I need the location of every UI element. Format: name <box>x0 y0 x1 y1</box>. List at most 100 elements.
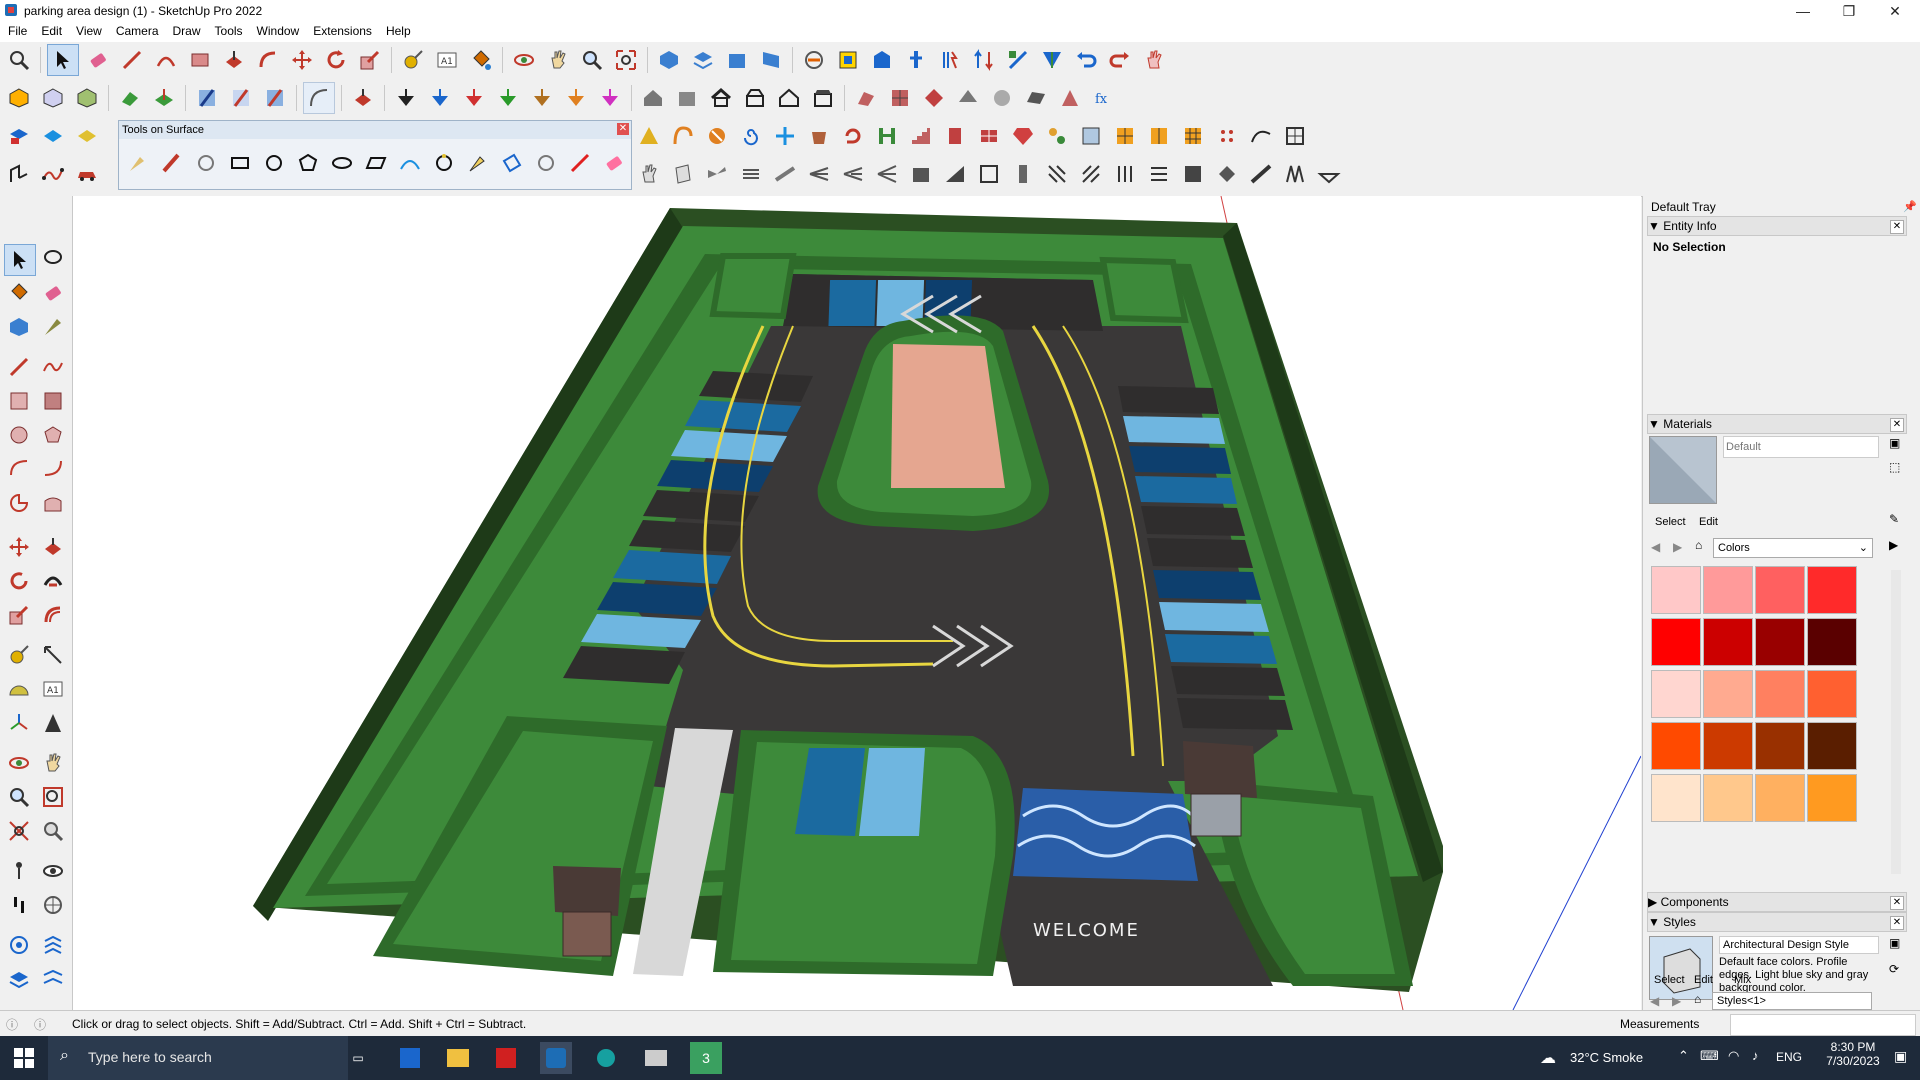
grid-gray-icon[interactable] <box>1280 121 1310 151</box>
rotate-tool-icon[interactable] <box>321 45 351 75</box>
tos-bezier-icon[interactable] <box>429 148 459 178</box>
fence-green-icon[interactable] <box>872 121 902 151</box>
slice-icon[interactable] <box>770 159 800 189</box>
line-blue-icon[interactable] <box>192 83 222 113</box>
scale-tool-icon[interactable] <box>355 45 385 75</box>
materials-header[interactable]: ▼ Materials ✕ <box>1647 414 1907 434</box>
fan-icon[interactable] <box>702 159 732 189</box>
make-component-icon[interactable] <box>38 83 68 113</box>
close-window-button[interactable]: ✕ <box>1872 0 1918 22</box>
arrow-down-red-icon[interactable] <box>459 83 489 113</box>
volume-icon[interactable]: ♪ <box>1752 1048 1759 1063</box>
color-swatch[interactable] <box>1703 618 1753 666</box>
roof-1-icon[interactable] <box>851 83 881 113</box>
look-around-icon[interactable] <box>38 856 68 886</box>
arc-tool-icon[interactable] <box>151 45 181 75</box>
entity-info-close-icon[interactable]: ✕ <box>1890 220 1904 234</box>
branch-2-icon[interactable] <box>838 159 868 189</box>
right-view-icon[interactable] <box>756 45 786 75</box>
rotate-left-icon[interactable] <box>4 566 34 596</box>
formula-icon[interactable]: fx <box>1089 83 1119 113</box>
pattern-9-icon[interactable] <box>1314 159 1344 189</box>
roof-3-icon[interactable] <box>919 83 949 113</box>
sample-paint-icon[interactable]: ✎ <box>1889 512 1899 526</box>
dots-red-icon[interactable] <box>1212 121 1242 151</box>
arrow-down-blue-icon[interactable] <box>425 83 455 113</box>
front-view-icon[interactable] <box>722 45 752 75</box>
color-swatch[interactable] <box>1755 566 1805 614</box>
move-tool-icon[interactable] <box>287 45 317 75</box>
styles-tab-edit[interactable]: Edit <box>1694 974 1713 986</box>
arc-orange-icon[interactable] <box>668 121 698 151</box>
door-red-icon[interactable] <box>940 121 970 151</box>
pencil-line-icon[interactable] <box>117 45 147 75</box>
pan-left-icon[interactable] <box>38 748 68 778</box>
tos-parallelogram-icon[interactable] <box>361 148 391 178</box>
section-display-icon[interactable] <box>38 964 68 994</box>
styles-tab-mix[interactable]: Mix <box>1734 974 1751 986</box>
roof-6-icon[interactable] <box>1021 83 1051 113</box>
styles-back-arrow-icon[interactable]: ◀ <box>1650 994 1659 1008</box>
orbit-left-icon[interactable] <box>4 748 34 778</box>
text-tool-icon[interactable]: A1 <box>432 45 462 75</box>
sandbox-from-contours-icon[interactable] <box>149 83 179 113</box>
select-tool-icon[interactable] <box>47 44 79 76</box>
pattern-5-icon[interactable] <box>1178 159 1208 189</box>
tools-on-surface-title[interactable]: Tools on Surface <box>119 121 631 139</box>
home-icon[interactable]: ⌂ <box>1695 538 1702 552</box>
color-swatch[interactable] <box>1703 566 1753 614</box>
tos-offset-icon[interactable] <box>191 148 221 178</box>
arrow-down-green-icon[interactable] <box>493 83 523 113</box>
extension-icon[interactable] <box>901 45 931 75</box>
menu-file[interactable]: File <box>0 22 34 38</box>
no-entry-icon[interactable] <box>702 121 732 151</box>
arrow-down-magenta-icon[interactable] <box>595 83 625 113</box>
zoom-left-icon[interactable] <box>4 782 34 812</box>
language-indicator[interactable]: ENG <box>1776 1050 1802 1064</box>
styles-close-icon[interactable]: ✕ <box>1890 916 1904 930</box>
tos-shape-blue-icon[interactable] <box>497 148 527 178</box>
modeling-viewport[interactable]: WELCOME <box>73 196 1641 1010</box>
entity-info-header[interactable]: ▼ Entity Info ✕ <box>1647 216 1907 236</box>
tray-overflow-icon[interactable]: ⌃ <box>1678 1048 1689 1064</box>
house-4-icon[interactable] <box>740 83 770 113</box>
menu-view[interactable]: View <box>69 22 109 38</box>
offset-tool-icon[interactable] <box>253 45 283 75</box>
make-group-icon[interactable] <box>4 83 34 113</box>
paint-bucket-left-icon[interactable] <box>4 278 34 308</box>
task-view-icon[interactable]: ▭ <box>342 1042 374 1074</box>
walk-icon[interactable] <box>4 890 34 920</box>
window-red-icon[interactable] <box>974 121 1004 151</box>
layer-yellow-icon[interactable] <box>72 121 102 151</box>
photos-app-icon[interactable] <box>640 1042 672 1074</box>
export-icon[interactable] <box>969 45 999 75</box>
undo-icon[interactable] <box>1071 45 1101 75</box>
spiral-icon[interactable] <box>736 121 766 151</box>
car-icon[interactable] <box>72 159 102 189</box>
material-name-field[interactable] <box>1723 436 1879 458</box>
menu-edit[interactable]: Edit <box>34 22 69 38</box>
measurements-input[interactable] <box>1730 1014 1916 1036</box>
section-plane-left-icon[interactable] <box>38 890 68 920</box>
pillar-icon[interactable] <box>1008 159 1038 189</box>
tos-polygon-icon[interactable] <box>293 148 323 178</box>
tos-shape-gray-icon[interactable] <box>531 148 561 178</box>
refresh-style-icon[interactable]: ⟳ <box>1889 962 1899 976</box>
roof-7-icon[interactable] <box>1055 83 1085 113</box>
line-split-icon[interactable] <box>260 83 290 113</box>
arc2-left-icon[interactable] <box>38 454 68 484</box>
rotated-rect-left-icon[interactable] <box>38 386 68 416</box>
axes-left-icon[interactable] <box>4 708 34 738</box>
color-swatch[interactable] <box>1703 670 1753 718</box>
tools-on-surface-close-icon[interactable]: ✕ <box>617 123 629 135</box>
zoom-tool-icon[interactable] <box>577 45 607 75</box>
details-arrow-icon[interactable]: ▶ <box>1889 538 1898 552</box>
color-swatch[interactable] <box>1651 566 1701 614</box>
pattern-3-icon[interactable] <box>1110 159 1140 189</box>
section-fill-icon[interactable] <box>4 930 34 960</box>
network-icon[interactable]: ⌨ <box>1700 1048 1719 1064</box>
sketchup-taskbar-icon[interactable] <box>540 1042 572 1074</box>
arrow-down-orange-icon[interactable] <box>561 83 591 113</box>
styles-forward-arrow-icon[interactable]: ▶ <box>1672 994 1681 1008</box>
stairs-icon[interactable] <box>906 121 936 151</box>
